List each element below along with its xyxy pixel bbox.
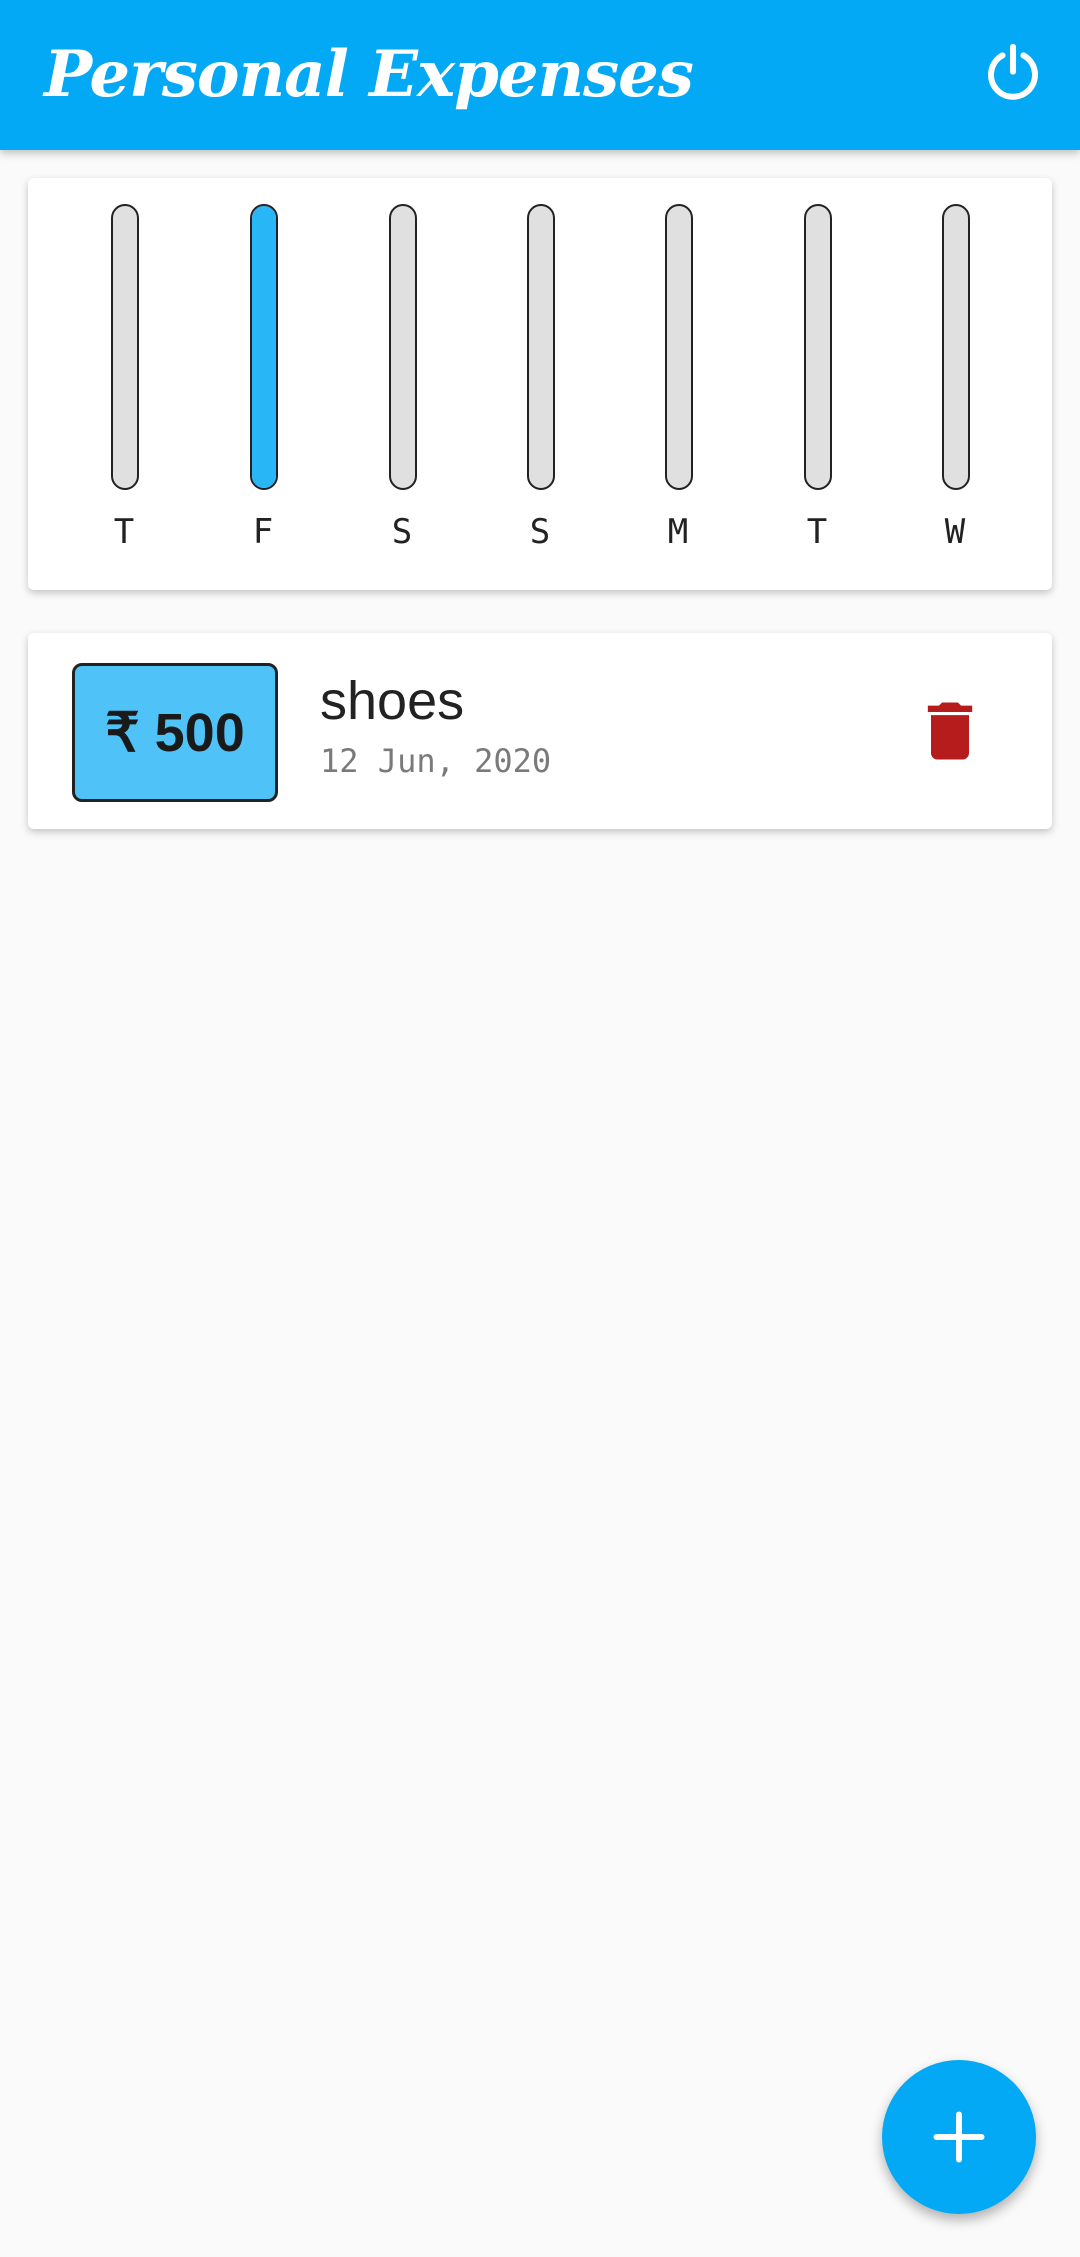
chart-bar-group: W <box>925 204 985 564</box>
chart-day-label: S <box>529 512 551 552</box>
power-icon <box>987 43 1039 100</box>
app-bar: Personal Expenses <box>0 0 1080 150</box>
add-transaction-button[interactable] <box>882 2060 1036 2214</box>
transaction-item: ₹ 500 shoes 12 Jun, 2020 <box>28 633 1052 829</box>
logout-button[interactable] <box>980 40 1046 106</box>
chart-bar-track <box>389 204 417 490</box>
chart-bar-track <box>942 204 970 490</box>
chart-bar-track <box>111 204 139 490</box>
delete-button[interactable] <box>912 693 988 769</box>
chart-day-label: T <box>806 512 828 552</box>
transaction-date: 12 Jun, 2020 <box>320 742 552 780</box>
chart-day-label: M <box>667 512 689 552</box>
chart-bar-group: M <box>648 204 708 564</box>
chart-bar-track <box>250 204 278 490</box>
chart-bar-track <box>527 204 555 490</box>
trash-icon <box>927 702 973 760</box>
chart-day-label: W <box>944 512 966 552</box>
chart-bar-track <box>804 204 832 490</box>
chart-bar-group: S <box>372 204 432 564</box>
transaction-title: shoes <box>320 671 465 731</box>
amount-text: ₹ 500 <box>105 703 245 763</box>
amount-badge: ₹ 500 <box>72 663 278 802</box>
chart-day-label: S <box>391 512 413 552</box>
chart-bar <box>252 206 276 488</box>
chart-day-label: T <box>113 512 135 552</box>
plus-icon <box>933 2111 985 2163</box>
weekly-chart: T F S S M T W <box>28 178 1052 590</box>
chart-bar-group: T <box>787 204 847 564</box>
chart-bar-group: S <box>510 204 570 564</box>
chart-day-label: F <box>252 512 274 552</box>
app-title: Personal Expenses <box>44 37 694 112</box>
chart-bar-track <box>665 204 693 490</box>
chart-bar-group: T <box>94 204 154 564</box>
chart-bar-group: F <box>233 204 293 564</box>
